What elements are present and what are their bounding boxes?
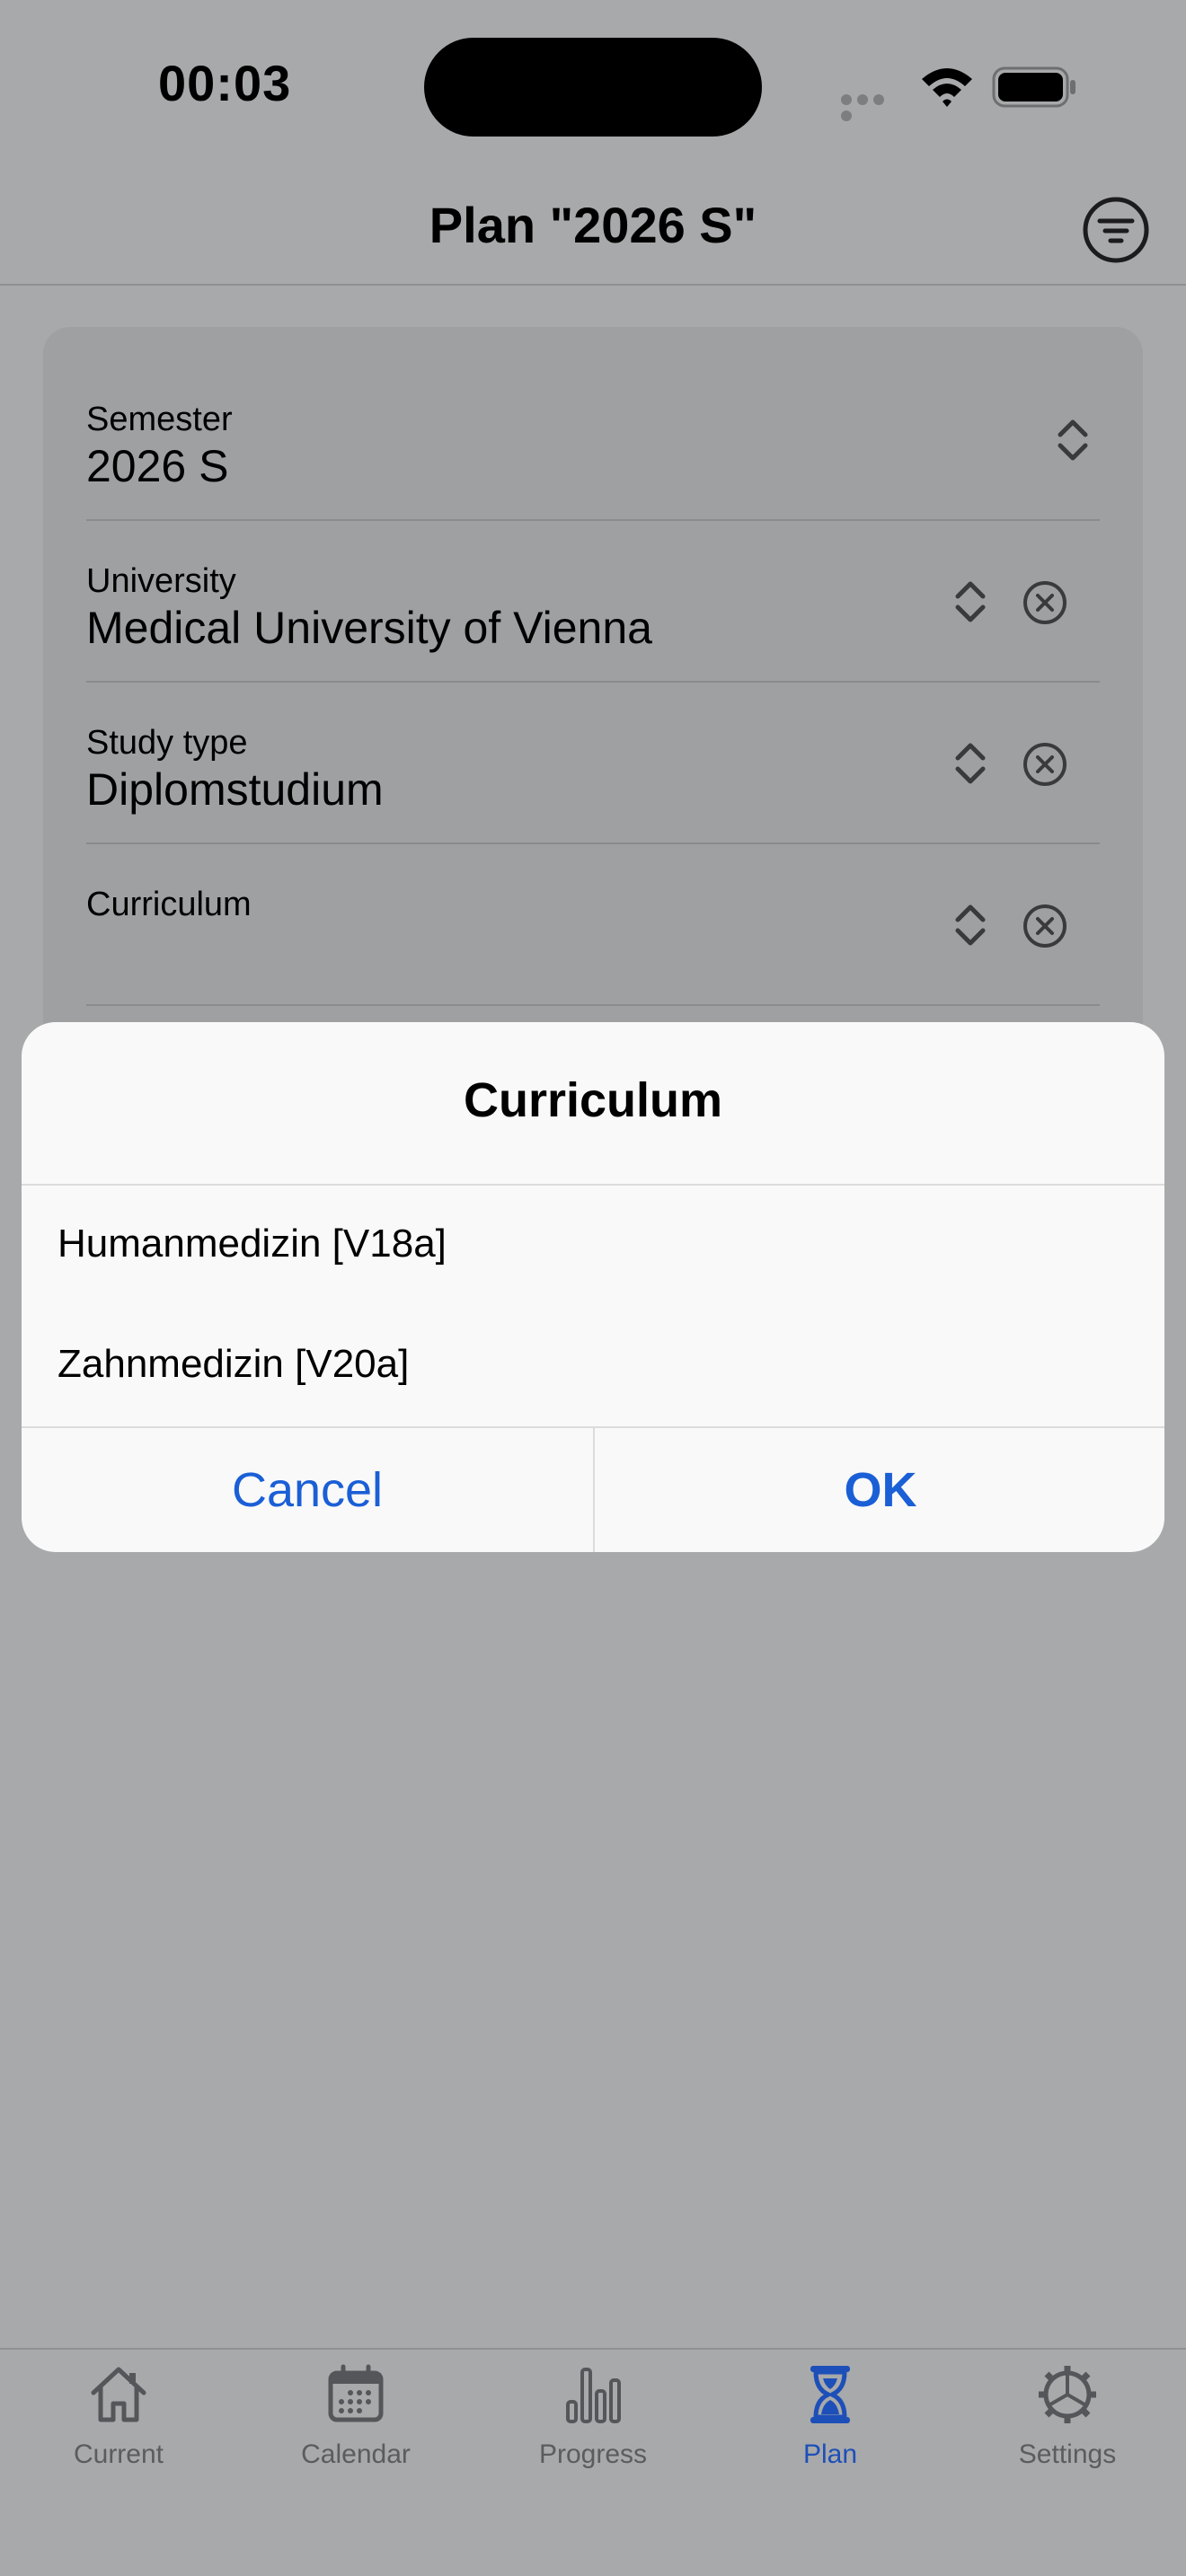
- study-type-value: Diplomstudium: [86, 764, 384, 815]
- university-value: Medical University of Vienna: [86, 603, 652, 653]
- plan-form-card: Semester 2026 S University Medical Unive…: [43, 327, 1143, 1099]
- chevron-up-down-icon[interactable]: [1055, 417, 1091, 463]
- bar-chart-icon: [566, 2368, 621, 2423]
- form-row-curriculum[interactable]: Curriculum: [43, 844, 1100, 1006]
- header-divider: [0, 284, 1186, 286]
- tab-plan[interactable]: Plan: [712, 2362, 949, 2488]
- cellular-signal-icon: [841, 93, 902, 121]
- form-row-university[interactable]: University Medical University of Vienna: [43, 521, 1100, 683]
- chevron-up-down-icon[interactable]: [952, 740, 988, 787]
- clear-icon[interactable]: [1022, 742, 1067, 787]
- gear-icon: [1039, 2366, 1096, 2423]
- dialog-option[interactable]: Humanmedizin [V18a]: [22, 1186, 1164, 1302]
- status-time: 00:03: [158, 55, 292, 111]
- filter-icon[interactable]: [1082, 196, 1150, 264]
- dynamic-island: [424, 38, 762, 137]
- study-type-label: Study type: [86, 724, 248, 762]
- chevron-up-down-icon[interactable]: [952, 578, 988, 625]
- curriculum-picker-dialog: Curriculum Humanmedizin [V18a] Zahnmediz…: [22, 1022, 1164, 1552]
- tabbar-divider: [0, 2348, 1186, 2350]
- hourglass-icon: [810, 2366, 850, 2423]
- clear-icon[interactable]: [1022, 904, 1067, 948]
- tab-calendar[interactable]: Calendar: [237, 2362, 474, 2488]
- dialog-title: Curriculum: [463, 1073, 723, 1127]
- ok-button[interactable]: OK: [595, 1428, 1164, 1552]
- semester-label: Semester: [86, 401, 233, 438]
- form-row-semester[interactable]: Semester 2026 S: [43, 359, 1100, 521]
- battery-icon: [992, 66, 1075, 108]
- wifi-icon: [922, 68, 972, 107]
- page-title: Plan "2026 S": [429, 197, 757, 253]
- tab-label: Progress: [538, 2439, 648, 2469]
- form-row-study-type[interactable]: Study type Diplomstudium: [43, 683, 1100, 844]
- semester-value: 2026 S: [86, 441, 229, 491]
- tab-label: Settings: [1018, 2439, 1117, 2469]
- calendar-icon: [328, 2364, 384, 2422]
- tab-progress[interactable]: Progress: [474, 2362, 712, 2488]
- row-separator: [86, 1004, 1100, 1006]
- tab-label: Plan: [802, 2439, 858, 2469]
- tab-label: Calendar: [301, 2439, 411, 2469]
- dialog-option-label: Zahnmedizin [V20a]: [58, 1342, 410, 1386]
- house-icon: [91, 2367, 146, 2422]
- clear-icon[interactable]: [1022, 580, 1067, 625]
- tab-current[interactable]: Current: [0, 2362, 237, 2488]
- cancel-button[interactable]: Cancel: [22, 1428, 593, 1552]
- university-label: University: [86, 562, 236, 600]
- curriculum-label: Curriculum: [86, 886, 252, 923]
- tab-label: Current: [73, 2439, 164, 2469]
- tab-settings[interactable]: Settings: [949, 2362, 1186, 2488]
- dialog-option-label: Humanmedizin [V18a]: [58, 1222, 447, 1266]
- dialog-option[interactable]: Zahnmedizin [V20a]: [22, 1306, 1164, 1423]
- chevron-up-down-icon[interactable]: [952, 902, 988, 948]
